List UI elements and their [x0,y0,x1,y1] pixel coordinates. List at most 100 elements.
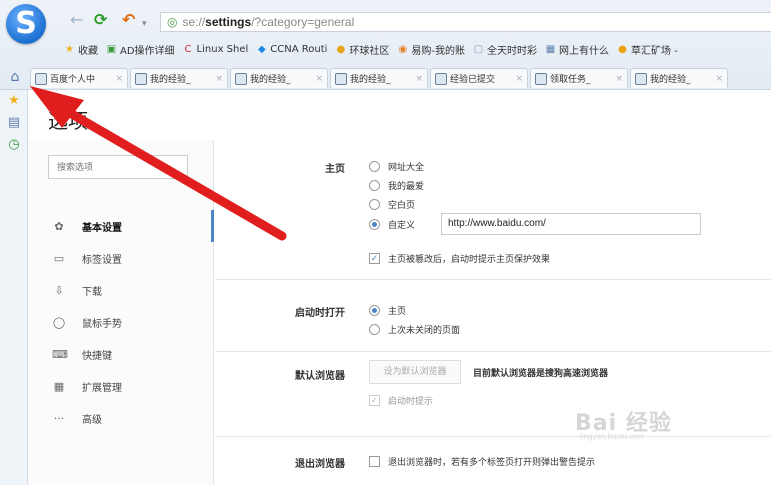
radio-icon[interactable] [369,161,380,172]
bookmark-item[interactable]: ▣ AD操作详细 [106,42,175,57]
bookmark-item[interactable]: ★ 收藏 [64,42,98,57]
homepage-option-1[interactable]: 我的最爱 [369,179,424,192]
bookmark-item[interactable]: ● 草汇矿场 - [617,42,678,57]
close-tab-icon[interactable]: × [115,74,123,84]
bookmark-item[interactable]: ◉ 易购-我的账 [397,42,465,57]
homepage-section: 主页 网址大全 我的最爱 空白页 自定义 http://www.baidu.co… [215,140,771,280]
star-icon: ★ [65,43,74,55]
mouse-icon: ◯ [52,315,66,329]
favorites-star-icon[interactable]: ★ [0,90,28,112]
browser-sidebar: ★ ▤ ◷ [0,90,28,485]
cisco-icon: ◆ [257,43,266,55]
homepage-option-0[interactable]: 网址大全 [369,160,424,173]
exit-browser-option[interactable]: 退出浏览器时，若有多个标签页打开则弹出警告提示 [369,455,595,468]
page-favicon-icon [635,72,647,85]
bookmarks-bar: ★ 收藏 ▣ AD操作详细 C Linux Shel ◆ CCNA Routi ● 环球社区 ◉ 易购… [64,40,771,58]
close-tab-icon[interactable]: × [515,74,523,84]
browser-tab[interactable]: 我的经验_ × [630,68,728,88]
bookmark-item[interactable]: C Linux Shel [183,44,249,55]
back-icon[interactable]: ← [70,10,83,30]
download-icon: ⇩ [54,283,64,297]
exit-browser-label: 退出浏览器 [295,459,345,470]
community-icon: ● [336,43,346,55]
tab-strip: ⌂ 百度个人中 × 我的经验_ × 我的经验_ × 我的经验_ × 经验已提交 × 领取任务_ × 我的… [0,62,771,88]
homepage-protect-option[interactable]: ✓ 主页被篡改后，启动时提示主页保护效果 [369,252,550,265]
undo-dropdown-icon[interactable]: ▾ [142,14,147,34]
home-icon[interactable]: ⌂ [0,66,30,88]
extension-icon: ▦ [53,379,65,393]
ad-icon: ▣ [106,43,117,55]
undo-icon[interactable]: ↶ [122,10,135,30]
settings-nav: ✿基本设置▭标签设置⇩下载◯鼠标手势⌨快捷键▦扩展管理···高级 [28,140,214,485]
address-query: /?category=general [251,15,355,29]
settings-menu-item[interactable]: ◯ 鼠标手势 [28,306,214,338]
close-tab-icon[interactable]: × [415,74,423,84]
radio-icon[interactable] [369,180,380,191]
refresh-icon[interactable]: ⟳ [94,10,107,30]
set-default-browser-button[interactable]: 设为默认浏览器 [369,360,461,384]
startup-label: 启动时打开 [295,308,345,319]
tab-icon: ▭ [53,251,65,265]
bookmark-item[interactable]: ▢ 全天时时彩 [473,42,537,57]
page-favicon-icon [335,72,347,85]
watermark-subtext: jingyan.baidu.com [580,432,645,441]
browser-tab[interactable]: 我的经验_ × [130,68,228,88]
c-icon: C [184,43,192,55]
startup-option-0[interactable]: 主页 [369,304,406,317]
settings-menu-item[interactable]: ▦ 扩展管理 [28,370,214,402]
browser-tab[interactable]: 经验已提交 × [430,68,528,88]
close-tab-icon[interactable]: × [615,74,623,84]
default-browser-status: 目前默认浏览器是搜狗高速浏览器 [473,369,609,379]
reading-list-icon[interactable]: ▤ [0,112,28,134]
radio-icon[interactable] [369,219,380,230]
browser-toolbar: S ← ⟳ ↶ ▾ ◎ se://settings/?category=gene… [0,0,771,90]
search-input[interactable] [48,155,188,179]
settings-menu-item[interactable]: ··· 高级 [28,402,214,434]
default-browser-prompt-option[interactable]: ✓ 启动时提示 [369,394,433,407]
shop-icon: ◉ [398,43,408,55]
browser-tab[interactable]: 领取任务_ × [530,68,628,88]
address-bar[interactable]: ◎ se://settings/?category=general [160,12,771,32]
homepage-label: 主页 [325,164,345,175]
radio-icon[interactable] [369,324,380,335]
page-favicon-icon [535,72,547,85]
startup-option-1[interactable]: 上次未关闭的页面 [369,323,460,336]
close-tab-icon[interactable]: × [715,74,723,84]
browser-tab[interactable]: 百度个人中 × [30,68,128,88]
page-favicon-icon [135,72,147,85]
settings-menu-item[interactable]: ✿ 基本设置 [28,210,214,242]
homepage-url-input[interactable]: http://www.baidu.com/ [441,213,701,235]
checkbox-icon[interactable]: ✓ [369,253,380,264]
checkbox-icon[interactable] [369,456,380,467]
settings-menu-item[interactable]: ▭ 标签设置 [28,242,214,274]
bookmark-item[interactable]: ● 环球社区 [335,42,390,57]
coin-icon: ● [618,43,627,55]
browser-tab[interactable]: 我的经验_ × [330,68,428,88]
address-scheme: se:// [182,15,206,29]
default-browser-section: 默认浏览器 设为默认浏览器 目前默认浏览器是搜狗高速浏览器 ✓ 启动时提示 [215,352,771,437]
exit-browser-section: 退出浏览器 退出浏览器时，若有多个标签页打开则弹出警告提示 [215,437,771,485]
settings-menu-item[interactable]: ⌨ 快捷键 [28,338,214,370]
shortcut-icon: ⌨ [52,347,68,361]
close-tab-icon[interactable]: × [215,74,223,84]
history-clock-icon[interactable]: ◷ [0,134,28,156]
page-icon: ▦ [545,43,556,55]
page-favicon-icon [235,72,247,85]
browser-logo-icon[interactable]: S [6,4,46,44]
page-favicon-icon [435,72,447,85]
bookmark-item[interactable]: ◆ CCNA Routi [256,44,327,55]
radio-icon[interactable] [369,199,380,210]
radio-icon[interactable] [369,305,380,316]
settings-content: 主页 网址大全 我的最爱 空白页 自定义 http://www.baidu.co… [215,140,771,485]
clock-icon: ▢ [473,43,484,55]
close-tab-icon[interactable]: × [315,74,323,84]
startup-section: 启动时打开 主页 上次未关闭的页面 [215,280,771,352]
bookmark-item[interactable]: ▦ 网上有什么 [545,42,609,57]
default-browser-label: 默认浏览器 [295,371,345,382]
more-icon: ··· [53,411,65,425]
homepage-option-2[interactable]: 空白页 [369,198,415,211]
settings-menu-item[interactable]: ⇩ 下载 [28,274,214,306]
checkbox-icon[interactable]: ✓ [369,395,380,406]
homepage-option-3[interactable]: 自定义 [369,218,415,231]
browser-tab[interactable]: 我的经验_ × [230,68,328,88]
